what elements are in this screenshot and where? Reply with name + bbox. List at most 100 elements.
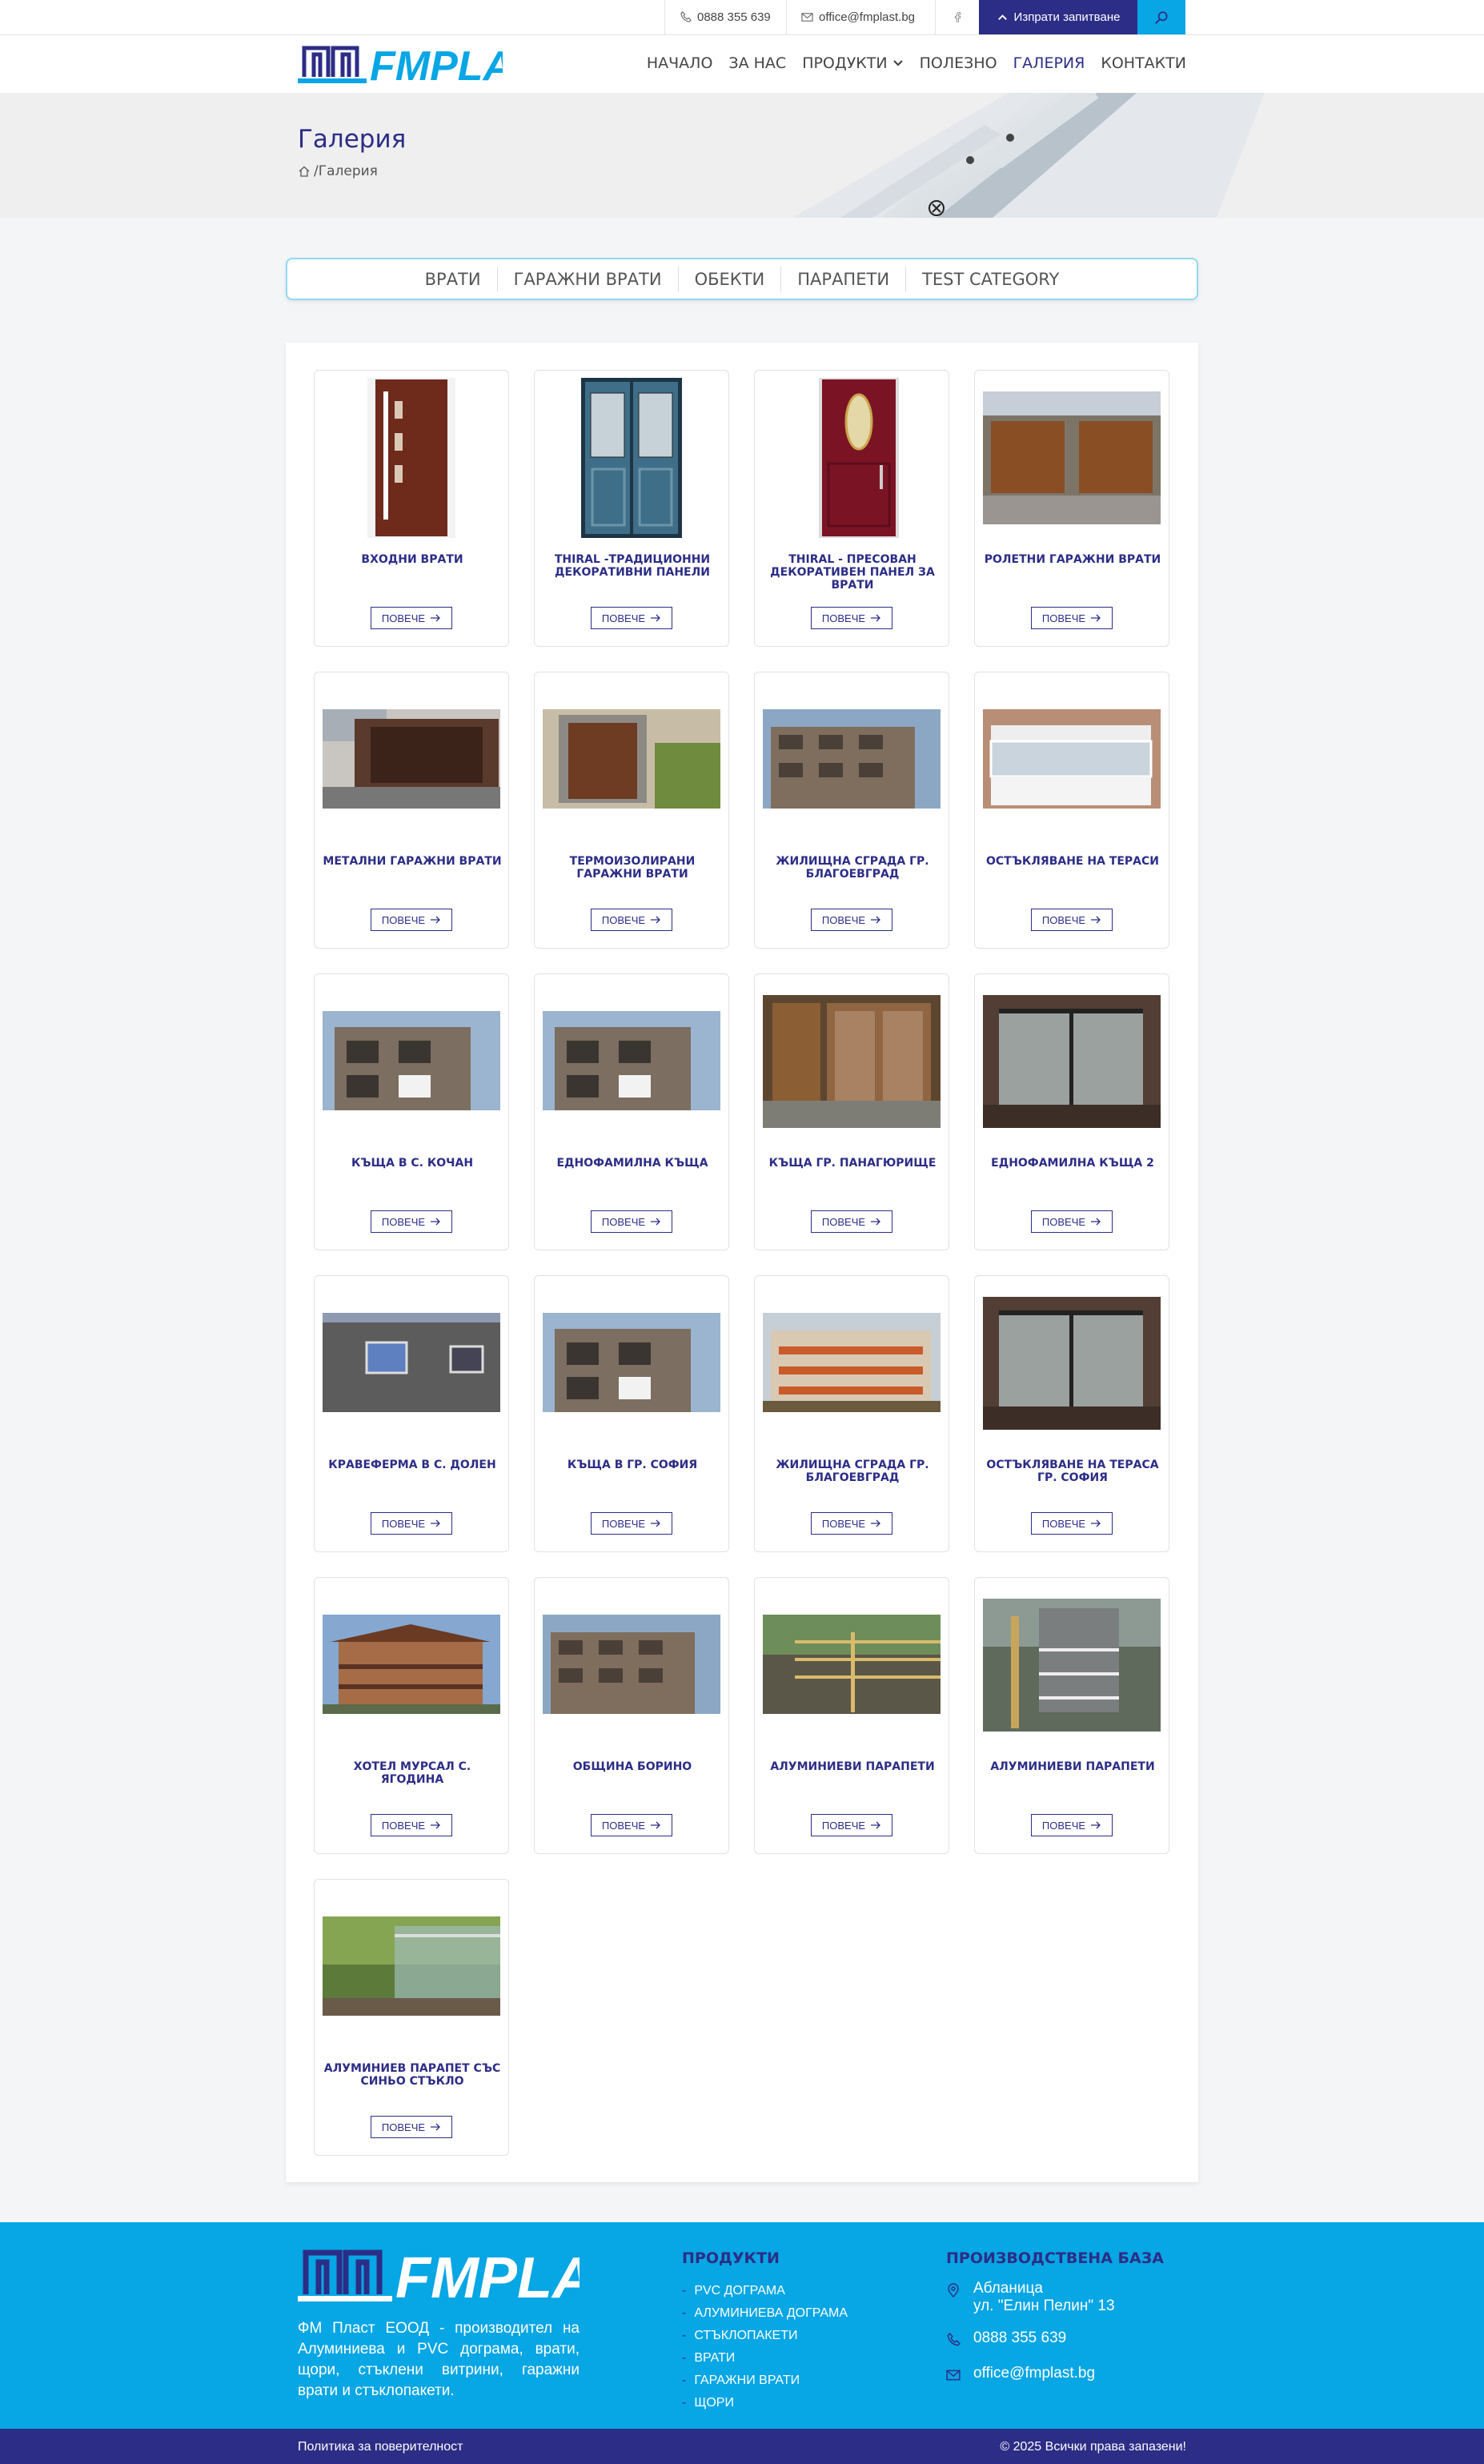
- gallery-card-image[interactable]: [763, 1282, 941, 1444]
- footer-email-link[interactable]: office@fmplast.bg: [946, 2365, 1095, 2382]
- gallery-card[interactable]: ЖИЛИЩНА СГРАДА ГР. БЛАГОЕВГРАД ПОВЕЧЕ: [754, 1275, 949, 1552]
- gallery-card[interactable]: ОСТЪКЛЯВАНЕ НА ТЕРАСИ ПОВЕЧЕ: [974, 672, 1169, 949]
- gallery-card-image[interactable]: [763, 377, 941, 539]
- gallery-card[interactable]: АЛУМИНИЕВ ПАРАПЕТ СЪС СИНЬО СТЪКЛО ПОВЕЧЕ: [314, 1879, 509, 2156]
- more-button[interactable]: ПОВЕЧЕ: [811, 1512, 892, 1535]
- gallery-card-image[interactable]: [983, 981, 1161, 1142]
- gallery-card-title[interactable]: МЕТАЛНИ ГАРАЖНИ ВРАТИ: [323, 855, 502, 868]
- gallery-card[interactable]: КРАВЕФЕРМА В С. ДОЛЕН ПОВЕЧЕ: [314, 1275, 509, 1552]
- tab-garage-doors[interactable]: ГАРАЖНИ ВРАТИ: [496, 266, 678, 292]
- gallery-card[interactable]: ЕДНОФАМИЛНА КЪЩА 2 ПОВЕЧЕ: [974, 973, 1169, 1250]
- gallery-card-title[interactable]: КЪЩА В С. КОЧАН: [323, 1157, 502, 1170]
- gallery-card-title[interactable]: АЛУМИНИЕВИ ПАРАПЕТИ: [763, 1760, 942, 1773]
- more-button[interactable]: ПОВЕЧЕ: [591, 909, 672, 931]
- gallery-card-image[interactable]: [323, 377, 500, 539]
- footer-link-blinds[interactable]: ЩОРИ: [682, 2392, 848, 2414]
- gallery-card[interactable]: THIRAL -ТРАДИЦИОННИ ДЕКОРАТИВНИ ПАНЕЛИ ПО…: [534, 370, 729, 647]
- more-button[interactable]: ПОВЕЧЕ: [1031, 909, 1113, 931]
- gallery-card[interactable]: THIRAL - ПРЕСОВАН ДЕКОРАТИВЕН ПАНЕЛ ЗА В…: [754, 370, 949, 647]
- footer-link-aluminium[interactable]: АЛУМИНИЕВА ДОГРАМА: [682, 2302, 848, 2325]
- nav-contacts[interactable]: КОНТАКТИ: [1101, 54, 1186, 72]
- gallery-card-image[interactable]: [323, 1584, 500, 1746]
- home-icon[interactable]: [298, 165, 311, 178]
- gallery-card-title[interactable]: ЕДНОФАМИЛНА КЪЩА: [543, 1157, 722, 1170]
- gallery-card[interactable]: ОБЩИНА БОРИНО ПОВЕЧЕ: [534, 1577, 729, 1854]
- gallery-card-title[interactable]: THIRAL - ПРЕСОВАН ДЕКОРАТИВЕН ПАНЕЛ ЗА В…: [763, 553, 942, 592]
- more-button[interactable]: ПОВЕЧЕ: [811, 909, 892, 931]
- nav-useful[interactable]: ПОЛЕЗНО: [920, 54, 997, 72]
- search-button[interactable]: [1137, 0, 1185, 34]
- more-button[interactable]: ПОВЕЧЕ: [811, 607, 892, 629]
- tab-doors[interactable]: ВРАТИ: [409, 267, 497, 292]
- send-inquiry-button[interactable]: Изпрати запитване: [979, 0, 1137, 34]
- gallery-card[interactable]: ВХОДНИ ВРАТИ ПОВЕЧЕ: [314, 370, 509, 647]
- footer-phone-link[interactable]: 0888 355 639: [946, 2330, 1066, 2347]
- gallery-card-title[interactable]: ЕДНОФАМИЛНА КЪЩА 2: [983, 1157, 1162, 1170]
- footer-link-doors[interactable]: ВРАТИ: [682, 2347, 848, 2370]
- gallery-card[interactable]: КЪЩА В С. КОЧАН ПОВЕЧЕ: [314, 973, 509, 1250]
- more-button[interactable]: ПОВЕЧЕ: [1031, 607, 1113, 629]
- topbar-phone-link[interactable]: 0888 355 639: [664, 0, 786, 34]
- footer-link-pvc[interactable]: PVC ДОГРАМА: [682, 2280, 848, 2302]
- more-button[interactable]: ПОВЕЧЕ: [1031, 1512, 1113, 1535]
- more-button[interactable]: ПОВЕЧЕ: [371, 909, 452, 931]
- gallery-card-title[interactable]: РОЛЕТНИ ГАРАЖНИ ВРАТИ: [983, 553, 1162, 566]
- nav-products[interactable]: ПРОДУКТИ: [802, 54, 903, 72]
- tab-railings[interactable]: ПАРАПЕТИ: [780, 266, 905, 292]
- gallery-card-image[interactable]: [543, 377, 720, 539]
- gallery-card-title[interactable]: ЖИЛИЩНА СГРАДА ГР. БЛАГОЕВГРАД: [763, 855, 942, 881]
- gallery-card-image[interactable]: [323, 981, 500, 1142]
- gallery-card-image[interactable]: [543, 981, 720, 1142]
- gallery-card[interactable]: ТЕРМОИЗОЛИРАНИ ГАРАЖНИ ВРАТИ ПОВЕЧЕ: [534, 672, 729, 949]
- gallery-card-title[interactable]: ХОТЕЛ МУРСАЛ С. ЯГОДИНА: [323, 1760, 502, 1786]
- gallery-card-image[interactable]: [543, 1282, 720, 1444]
- gallery-card-image[interactable]: [323, 1282, 500, 1444]
- gallery-card-image[interactable]: [763, 679, 941, 841]
- footer-logo[interactable]: FMPLAST: [298, 2246, 580, 2304]
- gallery-card[interactable]: ЕДНОФАМИЛНА КЪЩА ПОВЕЧЕ: [534, 973, 729, 1250]
- more-button[interactable]: ПОВЕЧЕ: [371, 1512, 452, 1535]
- nav-about[interactable]: ЗА НАС: [728, 54, 786, 72]
- gallery-card[interactable]: ЖИЛИЩНА СГРАДА ГР. БЛАГОЕВГРАД ПОВЕЧЕ: [754, 672, 949, 949]
- more-button[interactable]: ПОВЕЧЕ: [371, 2116, 452, 2138]
- gallery-card[interactable]: МЕТАЛНИ ГАРАЖНИ ВРАТИ ПОВЕЧЕ: [314, 672, 509, 949]
- nav-gallery[interactable]: ГАЛЕРИЯ: [1013, 54, 1085, 72]
- gallery-card[interactable]: КЪЩА В ГР. СОФИЯ ПОВЕЧЕ: [534, 1275, 729, 1552]
- gallery-card-title[interactable]: ЖИЛИЩНА СГРАДА ГР. БЛАГОЕВГРАД: [763, 1459, 942, 1484]
- gallery-card-title[interactable]: ТЕРМОИЗОЛИРАНИ ГАРАЖНИ ВРАТИ: [543, 855, 722, 881]
- privacy-policy-link[interactable]: Политика за поверителност: [298, 2440, 463, 2454]
- more-button[interactable]: ПОВЕЧЕ: [591, 1814, 672, 1836]
- topbar-email-link[interactable]: office@fmplast.bg: [786, 0, 935, 34]
- more-button[interactable]: ПОВЕЧЕ: [371, 607, 452, 629]
- gallery-card-title[interactable]: ОБЩИНА БОРИНО: [543, 1760, 722, 1773]
- gallery-card-title[interactable]: КЪЩА ГР. ПАНАГЮРИЩЕ: [763, 1157, 942, 1170]
- more-button[interactable]: ПОВЕЧЕ: [591, 1210, 672, 1233]
- gallery-card-title[interactable]: ОСТЪКЛЯВАНЕ НА ТЕРАСИ: [983, 855, 1162, 868]
- gallery-card-title[interactable]: ВХОДНИ ВРАТИ: [323, 553, 502, 566]
- more-button[interactable]: ПОВЕЧЕ: [591, 607, 672, 629]
- more-button[interactable]: ПОВЕЧЕ: [371, 1814, 452, 1836]
- gallery-card-title[interactable]: КЪЩА В ГР. СОФИЯ: [543, 1459, 722, 1471]
- gallery-card[interactable]: КЪЩА ГР. ПАНАГЮРИЩЕ ПОВЕЧЕ: [754, 973, 949, 1250]
- gallery-card-image[interactable]: [543, 1584, 720, 1746]
- more-button[interactable]: ПОВЕЧЕ: [811, 1210, 892, 1233]
- gallery-card[interactable]: ОСТЪКЛЯВАНЕ НА ТЕРАСА ГР. СОФИЯ ПОВЕЧЕ: [974, 1275, 1169, 1552]
- gallery-card-title[interactable]: КРАВЕФЕРМА В С. ДОЛЕН: [323, 1459, 502, 1471]
- more-button[interactable]: ПОВЕЧЕ: [1031, 1210, 1113, 1233]
- gallery-card-image[interactable]: [763, 981, 941, 1142]
- gallery-card[interactable]: АЛУМИНИЕВИ ПАРАПЕТИ ПОВЕЧЕ: [974, 1577, 1169, 1854]
- gallery-card-image[interactable]: [983, 1282, 1161, 1444]
- tab-test-category[interactable]: TEST CATEGORY: [905, 266, 1075, 292]
- gallery-card-image[interactable]: [983, 1584, 1161, 1746]
- tab-objects[interactable]: ОБЕКТИ: [677, 266, 781, 292]
- fmplast-logo[interactable]: FMPLAST: [298, 43, 503, 85]
- gallery-card-image[interactable]: [323, 1886, 500, 2048]
- gallery-card-image[interactable]: [763, 1584, 941, 1746]
- more-button[interactable]: ПОВЕЧЕ: [1031, 1814, 1113, 1836]
- gallery-card[interactable]: ХОТЕЛ МУРСАЛ С. ЯГОДИНА ПОВЕЧЕ: [314, 1577, 509, 1854]
- nav-home[interactable]: НАЧАЛО: [647, 54, 713, 72]
- gallery-card-image[interactable]: [983, 377, 1161, 539]
- gallery-card[interactable]: АЛУМИНИЕВИ ПАРАПЕТИ ПОВЕЧЕ: [754, 1577, 949, 1854]
- facebook-link[interactable]: [935, 0, 979, 34]
- gallery-card[interactable]: РОЛЕТНИ ГАРАЖНИ ВРАТИ ПОВЕЧЕ: [974, 370, 1169, 647]
